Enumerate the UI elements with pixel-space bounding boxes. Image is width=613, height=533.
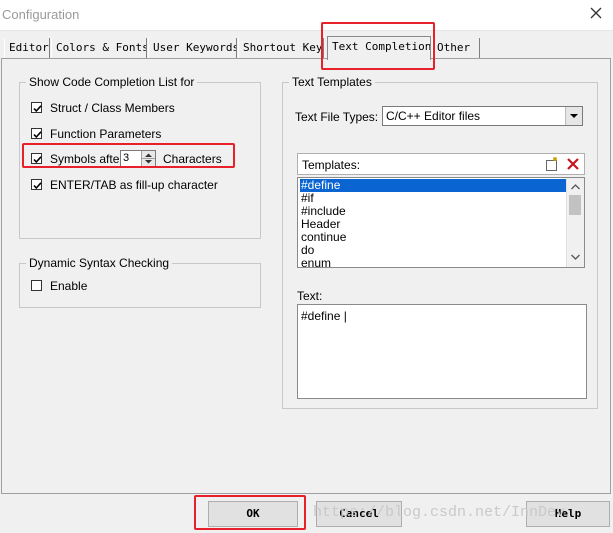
- templates-group-title: Text Templates: [289, 75, 375, 89]
- function-params-option[interactable]: Function Parameters: [31, 127, 251, 143]
- file-types-value: C/C++ Editor files: [386, 109, 481, 123]
- function-params-label: Function Parameters: [50, 127, 162, 141]
- enable-syntax-option[interactable]: Enable: [31, 279, 151, 295]
- close-icon[interactable]: [587, 4, 605, 22]
- struct-members-checkbox[interactable]: [31, 102, 42, 113]
- chevron-down-icon[interactable]: [565, 107, 582, 125]
- enter-tab-label: ENTER/TAB as fill-up character: [50, 178, 218, 192]
- templates-label: Templates:: [302, 158, 361, 172]
- syntax-group-title: Dynamic Syntax Checking: [26, 256, 173, 270]
- enable-syntax-label: Enable: [50, 279, 88, 293]
- templates-list[interactable]: #define #if #include Header continue do …: [297, 177, 585, 268]
- tab-colors-fonts[interactable]: Colors & Fonts: [51, 38, 147, 58]
- tab-user-keywords[interactable]: User Keywords: [148, 38, 237, 58]
- template-text-area[interactable]: #define |: [297, 304, 587, 399]
- list-item[interactable]: #define: [300, 179, 569, 192]
- templates-scrollbar[interactable]: [566, 178, 584, 267]
- templates-group: Text Templates Text File Types: C/C++ Ed…: [282, 75, 598, 409]
- help-button[interactable]: Help: [526, 501, 610, 527]
- enter-tab-checkbox[interactable]: [31, 179, 42, 190]
- delete-template-icon[interactable]: [565, 156, 581, 172]
- window-title: Configuration: [2, 7, 80, 22]
- completion-group-title: Show Code Completion List for: [26, 75, 198, 89]
- cancel-button[interactable]: Cancel: [316, 501, 402, 527]
- title-bar: Configuration: [0, 0, 613, 31]
- text-label: Text:: [297, 289, 323, 303]
- templates-header: Templates:: [297, 153, 585, 175]
- file-types-dropdown[interactable]: C/C++ Editor files: [382, 106, 583, 126]
- scroll-down-icon[interactable]: [570, 250, 581, 264]
- function-params-checkbox[interactable]: [31, 128, 42, 139]
- enable-syntax-checkbox[interactable]: [31, 280, 42, 291]
- tab-strip: Editor Colors & Fonts User Keywords Shor…: [0, 36, 613, 60]
- new-template-icon[interactable]: [544, 156, 560, 172]
- struct-members-option[interactable]: Struct / Class Members: [31, 101, 251, 117]
- tab-text-completion[interactable]: Text Completion: [327, 36, 431, 60]
- tab-editor[interactable]: Editor: [4, 38, 50, 58]
- list-item[interactable]: continue: [300, 231, 569, 244]
- scroll-thumb[interactable]: [569, 195, 581, 215]
- ok-button[interactable]: OK: [208, 501, 298, 527]
- enter-tab-option[interactable]: ENTER/TAB as fill-up character: [31, 178, 251, 194]
- scroll-up-icon[interactable]: [570, 180, 581, 194]
- list-item[interactable]: #include: [300, 205, 569, 218]
- struct-members-label: Struct / Class Members: [50, 101, 175, 115]
- list-item[interactable]: enum: [300, 257, 569, 268]
- template-text-value: #define |: [301, 309, 347, 323]
- file-types-label: Text File Types:: [295, 110, 379, 124]
- list-item[interactable]: do: [300, 244, 569, 257]
- tab-shortcut-keys[interactable]: Shortout Keys: [238, 38, 324, 58]
- symbols-highlight-annotation: [22, 143, 235, 168]
- tab-other[interactable]: Other: [432, 38, 480, 58]
- syntax-group: Dynamic Syntax Checking Enable: [19, 256, 261, 308]
